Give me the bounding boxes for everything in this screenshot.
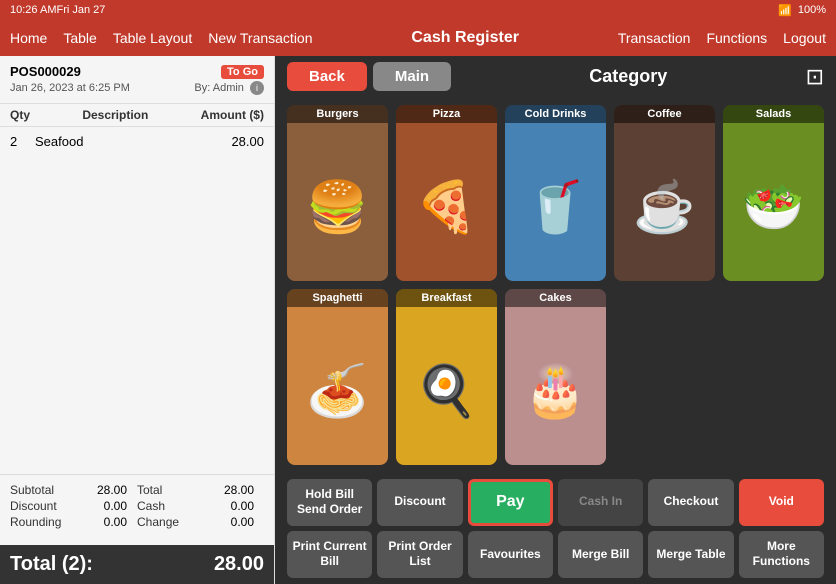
- category-item-cold-drinks[interactable]: 🥤Cold Drinks: [505, 105, 606, 281]
- back-button[interactable]: Back: [287, 62, 367, 91]
- discount-button[interactable]: Discount: [377, 479, 462, 526]
- order-tag: To Go: [221, 65, 264, 79]
- rounding-label: Rounding: [10, 515, 74, 529]
- nav-new-transaction[interactable]: New Transaction: [208, 30, 312, 46]
- category-label-cakes: Cakes: [505, 289, 606, 307]
- left-nav: Home Table Table Layout New Transaction: [10, 30, 313, 46]
- nav-logout[interactable]: Logout: [783, 30, 826, 46]
- category-label-pizza: Pizza: [396, 105, 497, 123]
- rounding-value: 0.00: [74, 515, 138, 529]
- merge-bill-button[interactable]: Merge Bill: [558, 531, 643, 578]
- category-item-pizza[interactable]: 🍕Pizza: [396, 105, 497, 281]
- item-qty: 2: [10, 134, 35, 149]
- app-title: Cash Register: [411, 29, 519, 47]
- change-label: Change: [137, 515, 201, 529]
- col-qty: Qty: [10, 108, 30, 122]
- nav-home[interactable]: Home: [10, 30, 47, 46]
- category-item-breakfast[interactable]: 🍳Breakfast: [396, 289, 497, 465]
- category-label-salads: Salads: [723, 105, 824, 123]
- category-label-coffee: Coffee: [614, 105, 715, 123]
- checkout-button[interactable]: Checkout: [648, 479, 733, 526]
- grand-total: Total (2): 28.00: [0, 545, 274, 584]
- action-buttons: Hold Bill Send OrderDiscountPayCash InCh…: [275, 473, 836, 584]
- category-title: Category: [451, 66, 806, 87]
- item-amount: 28.00: [231, 134, 264, 149]
- cash-value: 0.00: [201, 499, 265, 513]
- order-items: 2 Seafood 28.00: [0, 127, 274, 474]
- order-totals: Subtotal 28.00 Total 28.00 Discount 0.00…: [0, 474, 274, 545]
- category-item-cakes[interactable]: 🎂Cakes: [505, 289, 606, 465]
- category-label-spaghetti: Spaghetti: [287, 289, 388, 307]
- subtotal-value: 28.00: [74, 483, 138, 497]
- order-admin: By: Admin i: [194, 81, 264, 95]
- nav-transaction[interactable]: Transaction: [618, 30, 691, 46]
- info-icon: i: [250, 81, 264, 95]
- status-day: Fri Jan 27: [56, 4, 105, 16]
- print-current-bill-button[interactable]: Print Current Bill: [287, 531, 372, 578]
- main-layout: POS000029 To Go Jan 26, 2023 at 6:25 PM …: [0, 56, 836, 584]
- totals-grid: Subtotal 28.00 Total 28.00 Discount 0.00…: [10, 483, 264, 529]
- cash-in-button[interactable]: Cash In: [558, 479, 643, 526]
- nav-buttons: Back Main: [287, 62, 451, 91]
- right-nav: Transaction Functions Logout: [618, 30, 826, 46]
- nav-functions[interactable]: Functions: [706, 30, 767, 46]
- discount-value: 0.00: [74, 499, 138, 513]
- status-time: 10:26 AM: [10, 4, 56, 16]
- total-value: 28.00: [201, 483, 265, 497]
- hold-bill-button[interactable]: Hold Bill Send Order: [287, 479, 372, 526]
- change-value: 0.00: [201, 515, 265, 529]
- col-desc: Description: [82, 108, 148, 122]
- pay-button[interactable]: Pay: [468, 479, 553, 526]
- grand-total-value: 28.00: [214, 553, 264, 576]
- category-label-burgers: Burgers: [287, 105, 388, 123]
- category-item-burgers[interactable]: 🍔Burgers: [287, 105, 388, 281]
- total-label: Total: [137, 483, 201, 497]
- category-header: Back Main Category ⊡: [275, 56, 836, 97]
- nav-table-layout[interactable]: Table Layout: [113, 30, 192, 46]
- category-label-cold-drinks: Cold Drinks: [505, 105, 606, 123]
- status-bar: 10:26 AM Fri Jan 27 📶 100%: [0, 0, 836, 20]
- item-desc: Seafood: [35, 134, 231, 149]
- order-id: POS000029: [10, 64, 81, 79]
- category-item-coffee[interactable]: ☕Coffee: [614, 105, 715, 281]
- void-button[interactable]: Void: [739, 479, 824, 526]
- col-headers: Qty Description Amount ($): [0, 104, 274, 127]
- category-grid: 🍔Burgers🍕Pizza🥤Cold Drinks☕Coffee🥗Salads…: [275, 97, 836, 473]
- left-panel: POS000029 To Go Jan 26, 2023 at 6:25 PM …: [0, 56, 275, 584]
- main-button[interactable]: Main: [373, 62, 451, 91]
- right-panel: Back Main Category ⊡ 🍔Burgers🍕Pizza🥤Cold…: [275, 56, 836, 584]
- order-date: Jan 26, 2023 at 6:25 PM: [10, 82, 130, 94]
- order-header: POS000029 To Go Jan 26, 2023 at 6:25 PM …: [0, 56, 274, 104]
- nav-table[interactable]: Table: [63, 30, 96, 46]
- discount-label: Discount: [10, 499, 74, 513]
- cash-label: Cash: [137, 499, 201, 513]
- status-wifi: 📶: [778, 4, 792, 17]
- more-functions-button[interactable]: More Functions: [739, 531, 824, 578]
- subtotal-label: Subtotal: [10, 483, 74, 497]
- category-item-salads[interactable]: 🥗Salads: [723, 105, 824, 281]
- favourites-button[interactable]: Favourites: [468, 531, 553, 578]
- merge-table-button[interactable]: Merge Table: [648, 531, 733, 578]
- table-row[interactable]: 2 Seafood 28.00: [10, 131, 264, 152]
- top-nav: Home Table Table Layout New Transaction …: [0, 20, 836, 56]
- status-battery: 100%: [798, 4, 826, 16]
- print-order-list-button[interactable]: Print Order List: [377, 531, 462, 578]
- grand-total-label: Total (2):: [10, 553, 93, 576]
- barcode-scan-icon[interactable]: ⊡: [806, 64, 824, 90]
- category-label-breakfast: Breakfast: [396, 289, 497, 307]
- category-item-spaghetti[interactable]: 🍝Spaghetti: [287, 289, 388, 465]
- col-amount: Amount ($): [201, 108, 264, 122]
